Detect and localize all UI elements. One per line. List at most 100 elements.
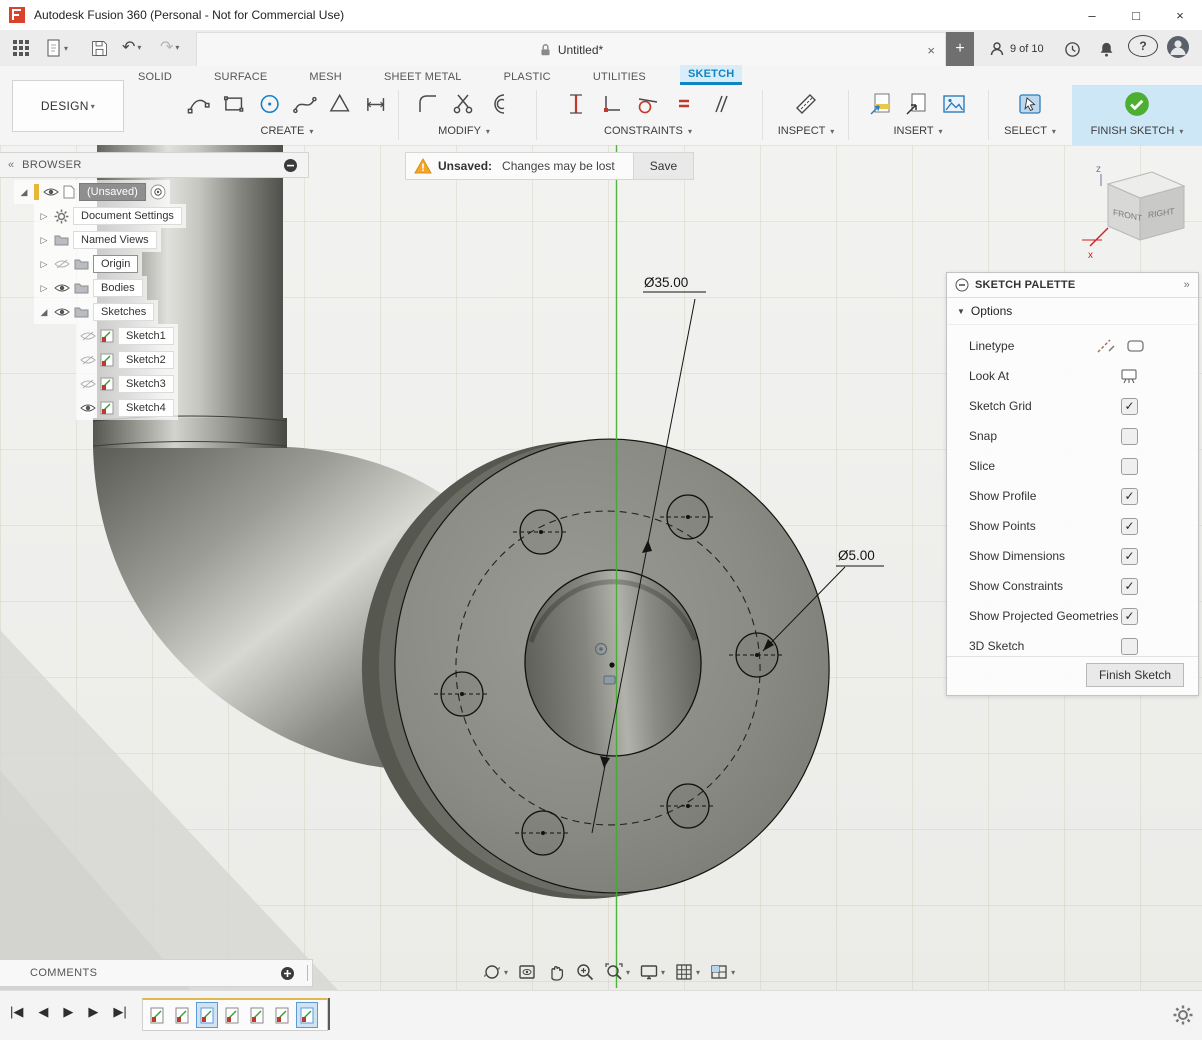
close-button[interactable]: × <box>1158 0 1202 30</box>
fit-button[interactable]: ▾ <box>604 962 630 982</box>
look-at-button[interactable] <box>517 962 537 982</box>
timeline-feature-sketch[interactable] <box>221 1002 243 1028</box>
display-settings-button[interactable]: ▾ <box>639 962 665 982</box>
tree-item-label[interactable]: Origin <box>93 255 138 273</box>
tab-solid[interactable]: SOLID <box>130 68 180 85</box>
pan-button[interactable] <box>546 962 566 982</box>
browser-row-named-views[interactable]: ▷ Named Views <box>34 228 161 252</box>
browser-row-document-settings[interactable]: ▷ Document Settings <box>34 204 186 228</box>
create-dropdown[interactable]: CREATE ▾ <box>186 125 388 137</box>
spline-tool-icon[interactable] <box>292 91 317 117</box>
minimize-button[interactable]: – <box>1070 0 1114 30</box>
offset-tool-icon[interactable] <box>487 91 513 117</box>
eye-icon[interactable] <box>54 282 70 294</box>
grid-settings-button[interactable]: ▾ <box>674 962 700 982</box>
root-document-label[interactable]: (Unsaved) <box>79 183 146 201</box>
palette-collapse-icon[interactable]: » <box>1184 279 1190 291</box>
timeline-feature-sketch[interactable] <box>296 1002 318 1028</box>
tab-utilities[interactable]: UTILITIES <box>585 68 654 85</box>
show-constraints-checkbox[interactable]: ✓ <box>1121 578 1138 595</box>
tree-item-label[interactable]: Document Settings <box>73 207 182 225</box>
eye-off-icon[interactable] <box>80 354 96 366</box>
trim-tool-icon[interactable] <box>451 91 477 117</box>
browser-row-bodies[interactable]: ▷ Bodies <box>34 276 147 300</box>
line-tool-icon[interactable] <box>186 91 211 117</box>
eye-off-icon[interactable] <box>80 378 96 390</box>
tree-item-label[interactable]: Sketches <box>93 303 154 321</box>
inspect-dropdown[interactable]: INSPECT ▾ <box>766 125 846 137</box>
tab-plastic[interactable]: PLASTIC <box>496 68 559 85</box>
tab-sheet-metal[interactable]: SHEET METAL <box>376 68 470 85</box>
eye-off-icon[interactable] <box>80 330 96 342</box>
circle-tool-icon[interactable] <box>257 91 282 117</box>
expand-icon[interactable]: ▷ <box>38 211 50 222</box>
tab-sketch[interactable]: SKETCH <box>680 65 742 85</box>
zoom-button[interactable] <box>575 962 595 982</box>
timeline-feature-sketch[interactable] <box>271 1002 293 1028</box>
sketch-item-label[interactable]: Sketch3 <box>118 375 174 393</box>
tangent-constraint-icon[interactable] <box>635 91 661 117</box>
browser-row-sketches[interactable]: ◢ Sketches <box>34 300 158 324</box>
browser-row-origin[interactable]: ▷ Origin <box>34 252 142 276</box>
activate-target-icon[interactable] <box>150 184 166 200</box>
orbit-button[interactable]: ▾ <box>482 962 508 982</box>
finish-sketch-check-icon[interactable] <box>1123 90 1151 118</box>
undo-button[interactable]: ↶ ▾ <box>118 33 145 61</box>
insert-derive-icon[interactable] <box>905 91 931 117</box>
expand-icon[interactable]: ◢ <box>18 187 30 198</box>
expand-icon[interactable]: ▷ <box>38 283 50 294</box>
centerline-icon[interactable] <box>1126 338 1146 354</box>
play-button[interactable]: ▶ <box>63 1004 73 1020</box>
finish-sketch-palette-button[interactable]: Finish Sketch <box>1086 663 1184 687</box>
expand-icon[interactable]: ▷ <box>38 235 50 246</box>
save-button[interactable] <box>86 34 113 62</box>
add-comment-icon[interactable] <box>280 966 295 981</box>
parallel-constraint-icon[interactable] <box>707 91 733 117</box>
browser-minimize-icon[interactable] <box>283 158 298 173</box>
tab-surface[interactable]: SURFACE <box>206 68 275 85</box>
tree-item-label[interactable]: Named Views <box>73 231 157 249</box>
browser-row-sketch3[interactable]: Sketch3 <box>76 372 178 396</box>
equal-constraint-icon[interactable] <box>671 91 697 117</box>
maximize-button[interactable]: □ <box>1114 0 1158 30</box>
3d-sketch-checkbox[interactable] <box>1121 638 1138 655</box>
tab-close-icon[interactable]: × <box>927 43 935 58</box>
viewcube[interactable]: z FRONT RIGHT x <box>1080 158 1200 266</box>
step-forward-button[interactable]: ▶ <box>88 1004 98 1020</box>
sketch-grid-checkbox[interactable]: ✓ <box>1121 398 1138 415</box>
select-tool-icon[interactable] <box>1017 91 1043 117</box>
design-workspace-button[interactable]: DESIGN ▾ <box>12 80 124 132</box>
clock-icon[interactable] <box>1060 35 1085 63</box>
options-section-header[interactable]: ▼ Options <box>947 298 1198 325</box>
dim-hole-label[interactable]: Ø5.00 <box>838 548 875 563</box>
browser-row-sketch2[interactable]: Sketch2 <box>76 348 178 372</box>
new-tab-button[interactable]: + <box>946 32 974 66</box>
rectangle-tool-icon[interactable] <box>221 91 246 117</box>
tree-item-label[interactable]: Bodies <box>93 279 143 297</box>
show-profile-checkbox[interactable]: ✓ <box>1121 488 1138 505</box>
tab-mesh[interactable]: MESH <box>301 68 350 85</box>
finish-sketch-button[interactable]: FINISH SKETCH ▾ <box>1072 125 1202 137</box>
fillet-tool-icon[interactable] <box>415 91 441 117</box>
save-link[interactable]: Save <box>633 153 693 179</box>
eye-icon[interactable] <box>54 306 70 318</box>
eye-icon[interactable] <box>43 186 59 198</box>
select-dropdown[interactable]: SELECT ▾ <box>992 125 1068 137</box>
sketch-item-label[interactable]: Sketch4 <box>118 399 174 417</box>
sketch-center-point[interactable] <box>609 662 614 667</box>
expand-icon[interactable]: ◢ <box>38 307 50 318</box>
help-button[interactable]: ? <box>1128 35 1158 57</box>
timeline-position-marker[interactable] <box>328 998 330 1030</box>
measure-tool-icon[interactable] <box>793 91 819 117</box>
browser-root-row[interactable]: ◢ (Unsaved) <box>14 180 170 204</box>
insert-dropdown[interactable]: INSERT ▾ <box>852 125 984 137</box>
expand-icon[interactable]: ▷ <box>38 259 50 270</box>
avatar[interactable] <box>1162 33 1194 61</box>
timeline-settings-gear-icon[interactable] <box>1172 1004 1194 1026</box>
browser-row-sketch4[interactable]: Sketch4 <box>76 396 178 420</box>
skip-to-start-button[interactable]: |◀ <box>10 1004 23 1020</box>
step-back-button[interactable]: ◀ <box>38 1004 48 1020</box>
timeline-feature-sketch[interactable] <box>246 1002 268 1028</box>
document-tab[interactable]: Untitled* <box>539 43 603 57</box>
look-at-icon[interactable] <box>1120 368 1138 384</box>
